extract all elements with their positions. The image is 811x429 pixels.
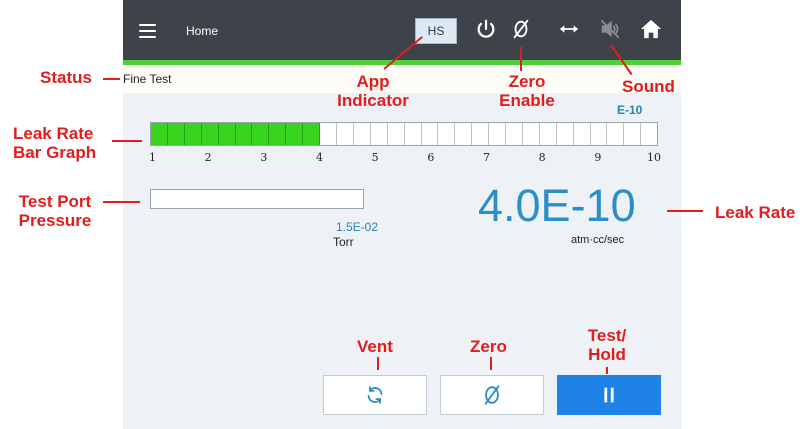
bar-segment [184, 123, 202, 145]
pressure-unit: Torr [333, 235, 354, 249]
bar-segment [286, 123, 304, 145]
annotation-line [377, 357, 379, 370]
test-port-pressure-bar [150, 189, 364, 209]
bar-segment [235, 123, 253, 145]
annotation-zero-enable: Zero Enable [499, 72, 555, 110]
annotation-app-indicator: App Indicator [337, 72, 409, 110]
bar-segment [624, 123, 642, 145]
bar-segment [455, 123, 473, 145]
bar-segment [523, 123, 540, 145]
bar-segment [269, 123, 287, 145]
power-icon[interactable] [473, 18, 499, 44]
bar-segment [201, 123, 219, 145]
annotation-line [667, 210, 703, 212]
annotation-status: Status [40, 68, 92, 87]
zero-button[interactable] [440, 375, 544, 415]
app-indicator-badge: HS [415, 18, 457, 44]
sound-muted-icon[interactable] [597, 18, 623, 44]
annotation-line [490, 357, 492, 370]
annotation-test-port-pressure: Test Port Pressure [18, 192, 92, 230]
annotation-leak-rate: Leak Rate [715, 203, 796, 222]
annotation-vent: Vent [357, 337, 393, 356]
bar-segment [607, 123, 625, 145]
page-title: Home [186, 24, 219, 38]
bar-segment [540, 123, 557, 145]
zero-enable-icon[interactable] [508, 18, 534, 44]
bar-segment [151, 123, 168, 145]
bar-tick-label: 7 [483, 151, 490, 164]
annotation-line [103, 201, 140, 203]
menu-icon[interactable] [139, 24, 156, 38]
bar-tick-label: 9 [594, 151, 602, 164]
bar-tick-label: 3 [260, 151, 268, 164]
bar-segment [337, 123, 354, 145]
bar-tick-label: 8 [538, 151, 546, 164]
refresh-icon [367, 386, 383, 404]
bar-graph-exponent: E-10 [617, 103, 643, 117]
annotation-sound: Sound [622, 77, 675, 96]
annotation-line [520, 47, 522, 71]
annotation-line [606, 367, 608, 374]
bar-segment [405, 123, 422, 145]
bar-tick-label: 2 [204, 151, 212, 164]
bar-segment [303, 123, 321, 145]
zero-slash-icon [484, 385, 500, 405]
bar-tick-label: 1 [149, 151, 156, 164]
bar-segment [388, 123, 405, 145]
bidirectional-arrow-icon[interactable] [556, 18, 582, 44]
annotation-test-hold: Test/Hold [587, 326, 627, 364]
bar-segment [422, 123, 439, 145]
bar-segment [354, 123, 371, 145]
home-icon[interactable] [638, 18, 664, 44]
bar-segment [489, 123, 507, 145]
annotation-zero: Zero [470, 337, 507, 356]
bar-segment [557, 123, 574, 145]
bar-tick-label: 10 [647, 151, 661, 164]
bar-segment [591, 123, 608, 145]
annotation-line [103, 78, 120, 80]
leak-rate-value: 4.0E-10 [478, 180, 636, 231]
bar-segment [167, 123, 185, 145]
bar-tick-label: 6 [427, 151, 435, 164]
test-hold-button[interactable] [557, 375, 661, 415]
vent-button[interactable] [323, 375, 427, 415]
status-text: Fine Test [123, 72, 172, 86]
bar-segment [252, 123, 270, 145]
annotation-line [112, 140, 142, 142]
pause-icon [604, 387, 614, 403]
pressure-value: 1.5E-02 [336, 220, 379, 234]
bar-segment [641, 123, 657, 145]
bar-tick-label: 5 [371, 151, 379, 164]
bar-tick-label: 4 [316, 151, 323, 164]
bar-segment [320, 123, 337, 145]
bar-segment [506, 123, 523, 145]
annotation-leak-rate-bar-graph: Leak Rate Bar Graph [13, 124, 97, 162]
bar-segment [472, 123, 490, 145]
bar-segment [371, 123, 388, 145]
leak-rate-bar-graph [150, 122, 658, 146]
bar-segment [438, 123, 456, 145]
leak-rate-unit: atm·cc/sec [571, 234, 625, 246]
bar-segment [574, 123, 591, 145]
bar-segment [218, 123, 236, 145]
